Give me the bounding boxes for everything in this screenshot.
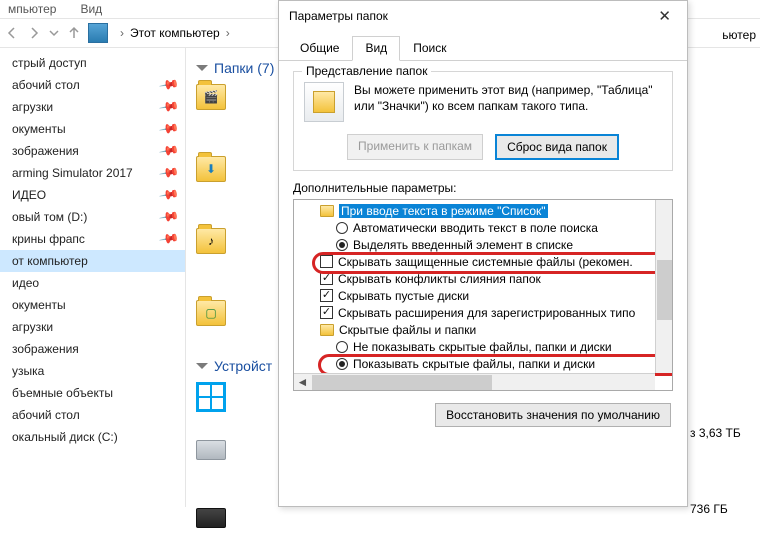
nav-item-new-volume-d[interactable]: овый том (D:)📌 (0, 206, 185, 228)
tree-item[interactable]: Выделять введенный элемент в списке (304, 236, 668, 253)
folder-view-icon (304, 82, 344, 122)
tree-item[interactable]: Автоматически вводить текст в поле поиск… (304, 219, 668, 236)
radio-icon[interactable] (336, 341, 348, 353)
nav-down-icon[interactable] (48, 27, 60, 39)
folder-icon (320, 324, 334, 336)
group-title: Представление папок (302, 64, 431, 78)
tab-view[interactable]: Вид (352, 36, 400, 61)
close-button[interactable]: ✕ (652, 5, 677, 27)
nav-item-desktop[interactable]: абочий стол📌 (0, 74, 185, 96)
checkbox-icon[interactable]: ✓ (320, 289, 333, 302)
checkbox-icon[interactable]: ✓ (320, 272, 333, 285)
apply-to-folders-button: Применить к папкам (347, 134, 483, 160)
nav-item-video-folder[interactable]: ИДЕО📌 (0, 184, 185, 206)
chevron-right-icon: › (114, 26, 130, 40)
menu-computer[interactable]: мпьютер (8, 2, 56, 16)
caret-down-icon (196, 363, 208, 369)
folder-view-text: Вы можете применить этот вид (например, … (354, 82, 662, 122)
drive-icon[interactable] (196, 440, 226, 460)
folder-options-dialog: Параметры папок ✕ Общие Вид Поиск Предст… (278, 0, 688, 507)
tab-strip: Общие Вид Поиск (279, 35, 687, 61)
size-text: з 3,63 ТБ (690, 426, 760, 440)
nav-item-local-disk-c[interactable]: окальный диск (C:) (0, 426, 185, 448)
windows-drive-icon[interactable] (196, 382, 226, 412)
nav-item-farming-sim[interactable]: arming Simulator 2017📌 (0, 162, 185, 184)
folder-view-group: Представление папок Вы можете применить … (293, 71, 673, 171)
tree-item[interactable]: При вводе текста в режиме "Список" (304, 202, 668, 219)
folder-icon[interactable]: ⬇ (196, 156, 226, 182)
nav-back-icon[interactable] (4, 25, 20, 41)
tree-item[interactable]: ✓Скрывать конфликты слияния папок (304, 270, 668, 287)
tab-general[interactable]: Общие (287, 36, 352, 61)
pin-icon: 📌 (158, 184, 180, 206)
tree-item[interactable]: Не показывать скрытые файлы, папки и дис… (304, 338, 668, 355)
pin-icon: 📌 (158, 140, 180, 162)
vertical-scrollbar[interactable] (655, 200, 672, 373)
restore-defaults-button[interactable]: Восстановить значения по умолчанию (435, 403, 671, 427)
pin-icon: 📌 (158, 162, 180, 184)
breadcrumb-location[interactable]: Этот компьютер (130, 26, 220, 40)
advanced-label: Дополнительные параметры: (293, 181, 673, 195)
nav-item-quick-access[interactable]: стрый доступ (0, 52, 185, 74)
pin-icon: 📌 (158, 96, 180, 118)
menu-view[interactable]: Вид (80, 2, 102, 16)
radio-icon[interactable] (336, 239, 348, 251)
nav-tree[interactable]: стрый доступ абочий стол📌 агрузки📌 окуме… (0, 48, 186, 507)
nav-item-this-pc[interactable]: от компьютер (0, 250, 185, 272)
radio-icon[interactable] (336, 222, 348, 234)
pin-icon: 📌 (158, 228, 180, 250)
nav-item-pictures[interactable]: зображения📌 (0, 140, 185, 162)
tree-item-hide-protected[interactable]: Скрывать защищенные системные файлы (рек… (304, 253, 668, 270)
pin-icon: 📌 (158, 118, 180, 140)
dialog-title-text: Параметры папок (289, 9, 388, 23)
nav-item-documents[interactable]: окументы📌 (0, 118, 185, 140)
tree-item[interactable]: ✓Скрывать пустые диски (304, 287, 668, 304)
nav-item-downloads[interactable]: агрузки📌 (0, 96, 185, 118)
tree-item[interactable]: ✓Скрывать расширения для зарегистрирован… (304, 304, 668, 321)
nav-item-videos[interactable]: идео (0, 272, 185, 294)
partial-text: ьютер (722, 28, 756, 42)
radio-icon[interactable] (336, 358, 348, 370)
horizontal-scrollbar[interactable]: ◄ (294, 373, 655, 390)
size-text: 736 ГБ (690, 502, 760, 516)
tab-search[interactable]: Поиск (400, 36, 459, 61)
folder-icon (320, 205, 334, 217)
nav-item-pictures-2[interactable]: зображения (0, 338, 185, 360)
nav-item-music[interactable]: узыка (0, 360, 185, 382)
nav-item-desktop-2[interactable]: абочий стол (0, 404, 185, 426)
nav-up-icon[interactable] (66, 25, 82, 41)
reset-folder-view-button[interactable]: Сброс вида папок (495, 134, 619, 160)
breadcrumb[interactable]: › Этот компьютер › (114, 26, 236, 40)
scroll-thumb[interactable] (312, 375, 492, 390)
pin-icon: 📌 (158, 206, 180, 228)
caret-down-icon (196, 65, 208, 71)
right-info: з 3,63 ТБ 736 ГБ (690, 48, 760, 516)
scroll-left-icon[interactable]: ◄ (294, 374, 311, 391)
nav-item-documents-2[interactable]: окументы (0, 294, 185, 316)
pin-icon: 📌 (158, 74, 180, 96)
folder-icon[interactable]: ▢ (196, 300, 226, 326)
checkbox-icon[interactable] (320, 255, 333, 268)
scroll-thumb[interactable] (657, 260, 672, 320)
folder-icon[interactable]: ♪ (196, 228, 226, 254)
nav-forward-icon[interactable] (26, 25, 42, 41)
folder-icon[interactable]: 🎬 (196, 84, 226, 110)
tree-item[interactable]: Скрытые файлы и папки (304, 321, 668, 338)
checkbox-icon[interactable]: ✓ (320, 306, 333, 319)
chevron-right-icon: › (220, 26, 236, 40)
nav-item-downloads-2[interactable]: агрузки (0, 316, 185, 338)
tree-item-show-hidden[interactable]: Показывать скрытые файлы, папки и диски (304, 355, 668, 372)
nav-item-3d-objects[interactable]: бъемные объекты (0, 382, 185, 404)
pc-icon (88, 23, 108, 43)
nav-item-fraps-screens[interactable]: крины фрапс📌 (0, 228, 185, 250)
dialog-titlebar: Параметры папок ✕ (279, 1, 687, 31)
advanced-settings-tree[interactable]: При вводе текста в режиме "Список" Автом… (293, 199, 673, 391)
dvd-drive-icon[interactable] (196, 508, 226, 528)
